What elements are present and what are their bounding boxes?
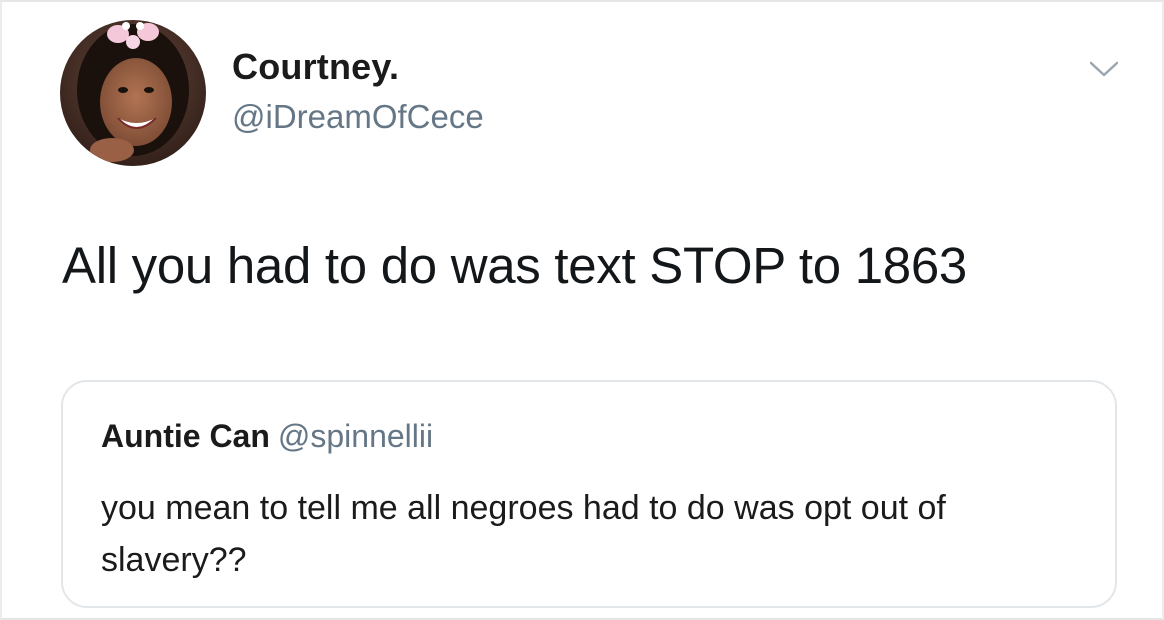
tweet-text: All you had to do was text STOP to 1863 [62, 237, 967, 294]
quoted-tweet-header: Auntie Can @spinnellii [101, 418, 433, 455]
quoted-author-handle: @spinnellii [277, 418, 434, 454]
quoted-tweet[interactable]: Auntie Can @spinnellii you mean to tell m… [61, 380, 1117, 608]
quoted-tweet-text: you mean to tell me all negroes had to d… [101, 489, 946, 579]
quoted-author-name: Auntie Can [101, 418, 270, 454]
author-handle[interactable]: @iDreamOfCece [232, 98, 484, 136]
avatar-image [60, 20, 206, 166]
tweet-card[interactable]: Courtney. @iDreamOfCece All you had to d… [0, 0, 1164, 620]
chevron-down-icon[interactable] [1087, 56, 1121, 82]
avatar[interactable] [60, 20, 206, 166]
author-name[interactable]: Courtney. [232, 46, 399, 88]
